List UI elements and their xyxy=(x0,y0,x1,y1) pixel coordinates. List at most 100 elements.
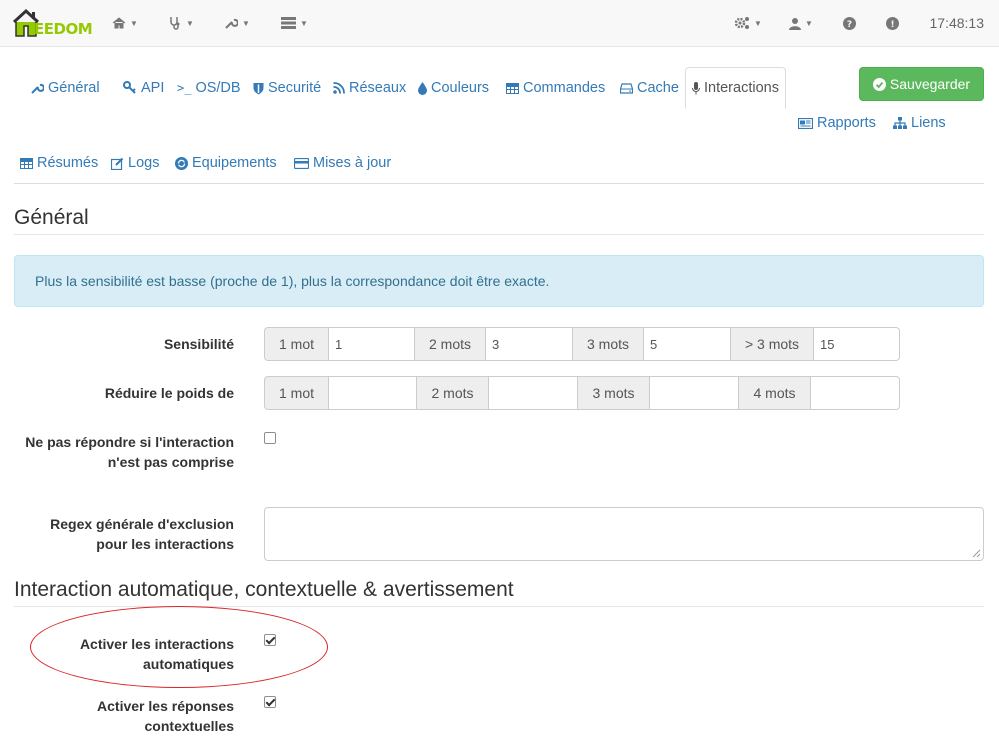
sensibilite-2-mots-input[interactable]: 3 xyxy=(486,327,573,361)
chevron-down-icon: ▼ xyxy=(130,18,138,28)
tab-label: OS/DB xyxy=(195,80,241,96)
logo-text: EEDOM xyxy=(34,20,93,38)
chevron-down-icon: ▼ xyxy=(805,18,813,28)
analysis-menu[interactable]: ▼ xyxy=(281,0,308,46)
section-title-auto: Interaction automatique, contextuelle & … xyxy=(14,578,514,601)
resize-grip-icon[interactable] xyxy=(972,549,981,558)
activer-contextuelles-checkbox[interactable] xyxy=(264,696,276,708)
ne-pas-repondre-checkbox[interactable] xyxy=(264,432,276,444)
sensibilite-label: Sensibilité xyxy=(163,336,234,352)
tab-label: API xyxy=(141,80,165,96)
tab-rapports[interactable]: Rapports xyxy=(798,113,876,133)
health-menu[interactable]: ▼ xyxy=(168,0,194,46)
tab-general[interactable]: Général xyxy=(30,78,100,98)
tab-couleurs[interactable]: Couleurs xyxy=(418,78,489,98)
sensibilite-1-mot-input[interactable]: 1 xyxy=(329,327,415,361)
tab-label: Couleurs xyxy=(431,80,490,96)
regex-label: Regex générale d'exclusion pour les inte… xyxy=(50,516,234,552)
reduire-1-mot-input[interactable] xyxy=(329,376,417,410)
user-menu[interactable]: ▼ xyxy=(789,0,813,46)
terminal-icon: >_ xyxy=(177,81,192,95)
svg-text:?: ? xyxy=(847,20,852,30)
reduire-input-group: 1 mot 2 mots 3 mots 4 mots xyxy=(264,376,900,410)
addon-label: 1 mot xyxy=(264,376,329,410)
user-icon xyxy=(789,17,801,30)
tab-label: Equipements xyxy=(192,155,277,171)
tab-label: Réseaux xyxy=(349,80,407,96)
section-title-general: Général xyxy=(14,206,89,229)
reduire-3-mots-input[interactable] xyxy=(650,376,739,410)
addon-label: 3 mots xyxy=(578,376,650,410)
server-icon xyxy=(281,17,296,29)
tools-menu[interactable]: ▼ xyxy=(224,0,250,46)
tab-label: Mises à jour xyxy=(313,155,392,171)
sensibilite-3-mots-input[interactable]: 5 xyxy=(644,327,731,361)
ne-pas-repondre-label: Ne pas répondre si l'interaction n'est p… xyxy=(25,434,234,470)
table-icon xyxy=(20,157,33,169)
tab-reseaux[interactable]: Réseaux xyxy=(333,78,406,98)
tab-logs[interactable]: Logs xyxy=(111,153,159,173)
chevron-down-icon: ▼ xyxy=(186,18,194,28)
cogs-icon xyxy=(734,17,749,29)
hdd-icon xyxy=(620,82,633,94)
check-circle-icon xyxy=(872,77,886,91)
help-button[interactable]: ? xyxy=(843,0,856,46)
tab-label: Résumés xyxy=(37,155,99,171)
rss-icon xyxy=(333,82,345,94)
activer-contextuelles-label: Activer les réponses contextuelles xyxy=(97,698,234,734)
tab-commandes[interactable]: Commandes xyxy=(506,78,605,98)
tab-equipements[interactable]: Equipements xyxy=(175,153,277,173)
key-icon xyxy=(123,81,136,94)
section-divider xyxy=(14,606,984,607)
sitemap-icon xyxy=(893,117,907,129)
refresh-circle-icon xyxy=(175,156,188,170)
alerts-button[interactable]: ! xyxy=(886,0,899,46)
reduire-4-mots-input[interactable] xyxy=(811,376,900,410)
jeedom-logo[interactable]: EEDOM xyxy=(12,8,93,40)
addon-label: 3 mots xyxy=(573,327,644,361)
save-button-label: Sauvegarder xyxy=(889,76,971,92)
addon-label: 2 mots xyxy=(417,376,489,410)
clock: 17:48:13 xyxy=(929,15,985,31)
sensibilite-plus-3-mots-input[interactable]: 15 xyxy=(814,327,900,361)
activer-auto-label: Activer les interactions automatiques xyxy=(79,636,234,672)
section-divider xyxy=(14,234,984,235)
tab-label: Logs xyxy=(128,155,160,171)
addon-label: 4 mots xyxy=(739,376,811,410)
exclamation-icon: ! xyxy=(886,16,899,30)
tint-icon xyxy=(418,81,427,95)
tab-cache[interactable]: Cache xyxy=(620,78,679,98)
tab-label: Securité xyxy=(268,80,322,96)
tab-interactions[interactable]: Interactions xyxy=(685,67,786,109)
stethoscope-icon xyxy=(170,17,180,30)
tab-label: Commandes xyxy=(523,80,606,96)
tab-label: Général xyxy=(48,80,100,96)
chevron-down-icon: ▼ xyxy=(300,18,308,28)
addon-label: 1 mot xyxy=(264,327,329,361)
edit-icon xyxy=(111,157,124,170)
settings-menu[interactable]: ▼ xyxy=(734,0,762,46)
info-alert: Plus la sensibilité est basse (proche de… xyxy=(14,255,984,307)
svg-text:!: ! xyxy=(890,20,894,30)
credit-card-icon xyxy=(294,157,309,169)
tab-mises-a-jour[interactable]: Mises à jour xyxy=(294,153,391,173)
tab-resumes[interactable]: Résumés xyxy=(20,153,98,173)
activer-auto-checkbox[interactable] xyxy=(264,634,276,646)
newspaper-icon xyxy=(798,117,813,129)
tab-label: Rapports xyxy=(817,115,876,131)
tab-osdb[interactable]: >_ OS/DB xyxy=(177,78,241,98)
wrench-icon xyxy=(225,18,238,29)
save-button[interactable]: Sauvegarder xyxy=(859,67,984,101)
regex-textarea[interactable] xyxy=(264,507,984,561)
wrench-icon xyxy=(31,83,44,94)
tab-api[interactable]: API xyxy=(123,78,164,98)
addon-label: 2 mots xyxy=(415,327,486,361)
home-menu[interactable]: ▼ xyxy=(112,0,138,46)
tab-liens[interactable]: Liens xyxy=(893,113,946,133)
reduire-2-mots-input[interactable] xyxy=(489,376,578,410)
chevron-down-icon: ▼ xyxy=(242,18,250,28)
tabs-divider xyxy=(14,183,984,184)
microphone-icon xyxy=(692,81,700,94)
shield-icon xyxy=(253,82,264,94)
tab-securite[interactable]: Securité xyxy=(253,78,321,98)
